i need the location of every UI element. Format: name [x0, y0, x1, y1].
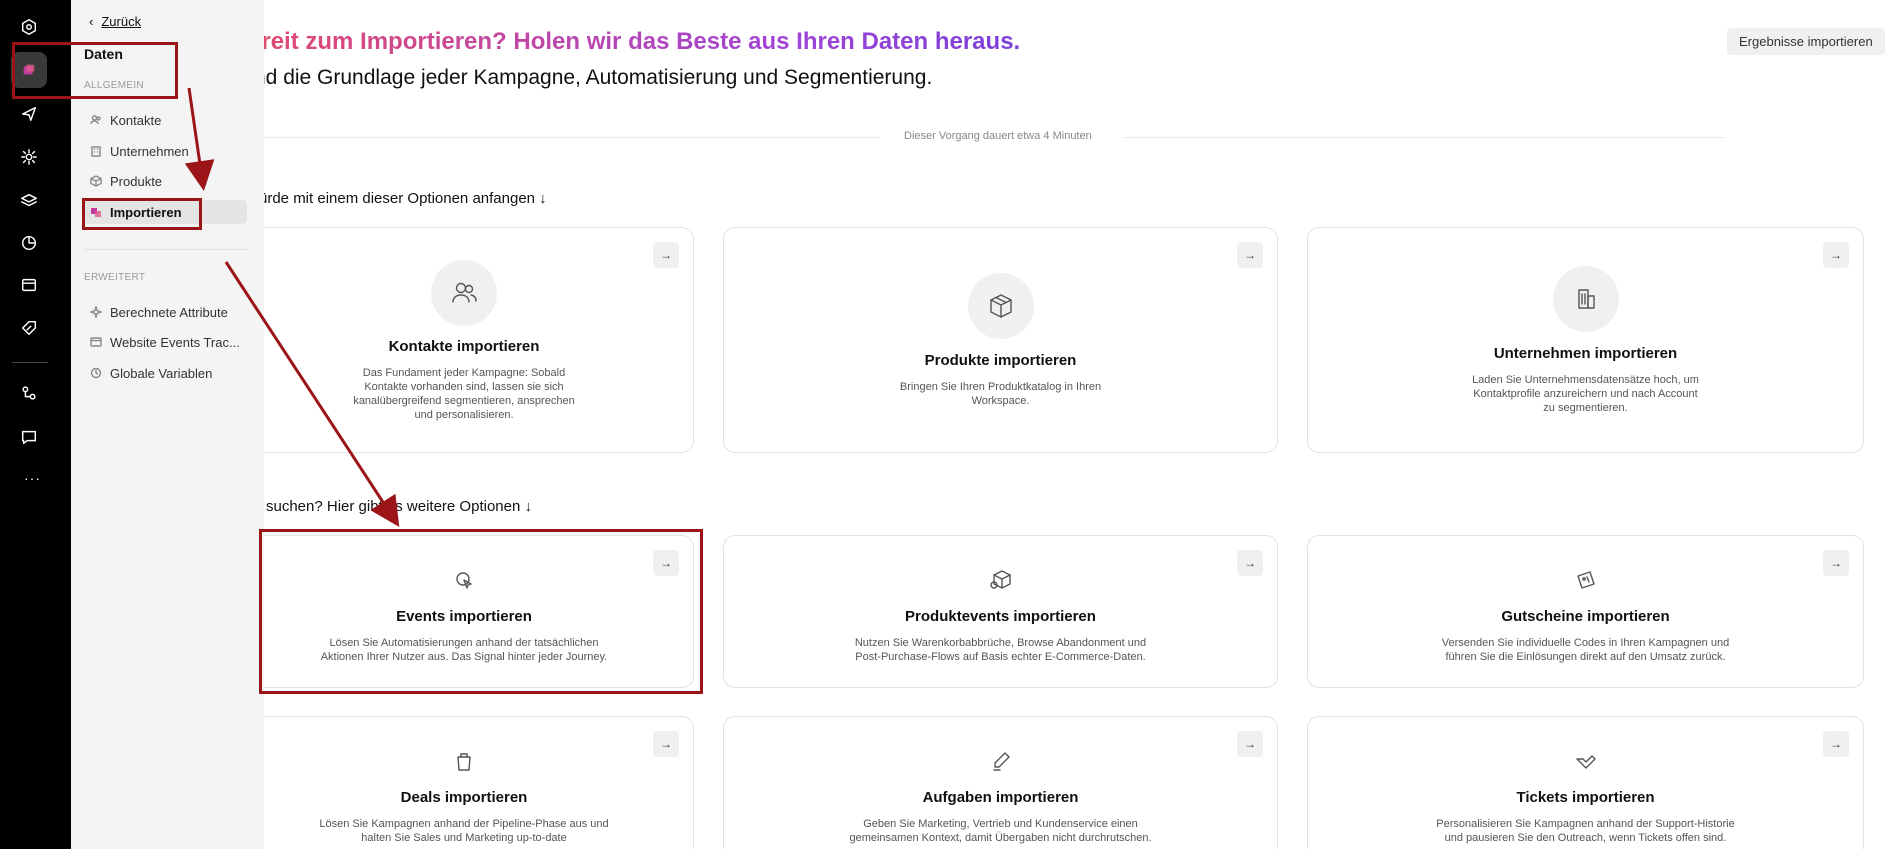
card-gutscheine-importieren[interactable]: → Gutscheine importieren Versenden Sie i…: [1307, 535, 1864, 688]
arrow-right-icon[interactable]: →: [1237, 731, 1263, 757]
card-description: Personalisieren Sie Kampagnen anhand der…: [1436, 818, 1735, 844]
card-title: Tickets importieren: [1516, 789, 1655, 806]
arrow-right-icon[interactable]: →: [653, 731, 679, 757]
sidebar-item-unternehmen[interactable]: Unternehmen: [82, 139, 247, 163]
logo-icon[interactable]: [14, 12, 44, 42]
card-description: Laden Sie Unternehmensdatensätze hoch, u…: [1472, 374, 1699, 414]
coupon-icon: [1574, 568, 1598, 592]
import-icon: [91, 208, 101, 217]
pointer-icon: [452, 568, 476, 592]
card-description: Nutzen Sie Warenkorbabbrüche, Browse Aba…: [854, 637, 1147, 663]
duration-line-left: [264, 137, 880, 138]
secondary-options-lead: suchen? Hier gibt es weitere Optionen ↓: [266, 498, 532, 515]
ticket-check-icon: [1574, 749, 1598, 773]
arrow-right-icon[interactable]: →: [1237, 242, 1263, 268]
browser-icon[interactable]: [14, 270, 44, 300]
card-title: Produkte importieren: [924, 352, 1077, 369]
layers-icon[interactable]: [14, 186, 44, 216]
card-title: Aufgaben importieren: [922, 789, 1079, 806]
sparkle-icon: [90, 306, 102, 318]
automation-icon[interactable]: [14, 142, 44, 172]
card-deals-importieren[interactable]: → Deals importieren Lösen Sie Kampagnen …: [264, 716, 694, 849]
card-title: Produktevents importieren: [905, 608, 1096, 625]
sidebar-item-kontakte[interactable]: Kontakte: [82, 108, 247, 132]
browser-icon: [90, 337, 102, 347]
sidebar-item-globale-variablen[interactable]: Globale Variablen: [82, 361, 247, 385]
arrow-right-icon[interactable]: →: [653, 550, 679, 576]
icon-rail: ···: [0, 0, 71, 849]
card-title: Deals importieren: [400, 789, 528, 806]
tag-icon[interactable]: [14, 313, 44, 343]
box-icon: [967, 273, 1034, 339]
sidebar-title: Daten: [84, 46, 123, 62]
section-advanced: ERWEITERT: [84, 272, 146, 283]
sidebar-divider: [84, 249, 249, 250]
page-subline: nd die Grundlage jeder Kampagne, Automat…: [264, 66, 933, 89]
card-description: Bringen Sie Ihren Produktkatalog in Ihre…: [899, 381, 1102, 407]
card-description: Lösen Sie Kampagnen anhand der Pipeline-…: [319, 818, 609, 844]
card-produktevents-importieren[interactable]: → Produktevents importieren Nutzen Sie W…: [723, 535, 1278, 688]
arrow-right-icon[interactable]: →: [1823, 550, 1849, 576]
card-description: Geben Sie Marketing, Vertrieb und Kunden…: [849, 818, 1152, 844]
card-kontakte-importieren[interactable]: → Kontakte importieren Das Fundament jed…: [264, 227, 694, 453]
sidebar-item-importieren[interactable]: Importieren: [82, 200, 247, 224]
analytics-icon[interactable]: [14, 228, 44, 258]
card-tickets-importieren[interactable]: → Tickets importieren Personalisieren Si…: [1307, 716, 1864, 849]
card-events-importieren[interactable]: → Events importieren Lösen Sie Automatis…: [264, 535, 694, 688]
duration-note: Dieser Vorgang dauert etwa 4 Minuten: [904, 130, 1092, 142]
back-link[interactable]: ‹ Zurück: [89, 14, 141, 29]
page-headline: ereit zum Importieren? Holen wir das Bes…: [264, 28, 1020, 56]
card-aufgaben-importieren[interactable]: → Aufgaben importieren Geben Sie Marketi…: [723, 716, 1278, 849]
building-icon: [91, 146, 101, 157]
card-description: Lösen Sie Automatisierungen anhand der t…: [320, 637, 608, 663]
arrow-right-icon[interactable]: →: [1237, 550, 1263, 576]
variable-icon: [90, 367, 102, 379]
box-icon: [90, 175, 102, 187]
chat-icon[interactable]: [14, 422, 44, 452]
sidebar-item-berechnete-attribute[interactable]: Berechnete Attribute: [82, 300, 247, 324]
pen-icon: [989, 749, 1013, 773]
card-unternehmen-importieren[interactable]: → Unternehmen importieren Laden Sie Unte…: [1307, 227, 1864, 453]
sidebar-item-produkte[interactable]: Produkte: [82, 169, 247, 193]
sidebar-item-website-events[interactable]: Website Events Trac...: [82, 330, 247, 354]
back-label: Zurück: [101, 14, 142, 29]
card-description: Versenden Sie individuelle Codes in Ihre…: [1441, 637, 1730, 663]
data-sidebar: ‹ Zurück Daten ALLGEMEIN Kontakte Untern…: [71, 0, 264, 849]
box-event-icon: [988, 568, 1014, 592]
bag-icon: [452, 749, 476, 773]
duration-line-right: [1124, 137, 1724, 138]
chevron-left-icon: ‹: [89, 14, 94, 29]
integrations-icon[interactable]: [14, 378, 44, 408]
users-icon: [90, 115, 101, 125]
data-nav-icon[interactable]: [11, 52, 47, 88]
arrow-right-icon[interactable]: →: [1823, 242, 1849, 268]
main-content: ereit zum Importieren? Holen wir das Bes…: [264, 0, 1893, 849]
card-produkte-importieren[interactable]: → Produkte importieren Bringen Sie Ihren…: [723, 227, 1278, 453]
arrow-right-icon[interactable]: →: [1823, 731, 1849, 757]
arrow-right-icon[interactable]: →: [653, 242, 679, 268]
card-description: Das Fundament jeder Kampagne: Sobald Kon…: [353, 367, 575, 421]
card-title: Events importieren: [396, 608, 532, 625]
card-title: Kontakte importieren: [388, 338, 540, 355]
card-title: Gutscheine importieren: [1501, 608, 1670, 625]
section-general: ALLGEMEIN: [84, 80, 144, 91]
card-title: Unternehmen importieren: [1493, 345, 1678, 362]
import-results-button[interactable]: Ergebnisse importieren: [1727, 28, 1885, 55]
users-icon: [431, 260, 497, 326]
send-icon[interactable]: [14, 99, 44, 129]
more-icon[interactable]: ···: [24, 470, 41, 486]
primary-options-lead: ürde mit einem dieser Optionen anfangen …: [264, 190, 547, 207]
rail-divider: [12, 362, 48, 363]
building-icon: [1552, 266, 1619, 332]
